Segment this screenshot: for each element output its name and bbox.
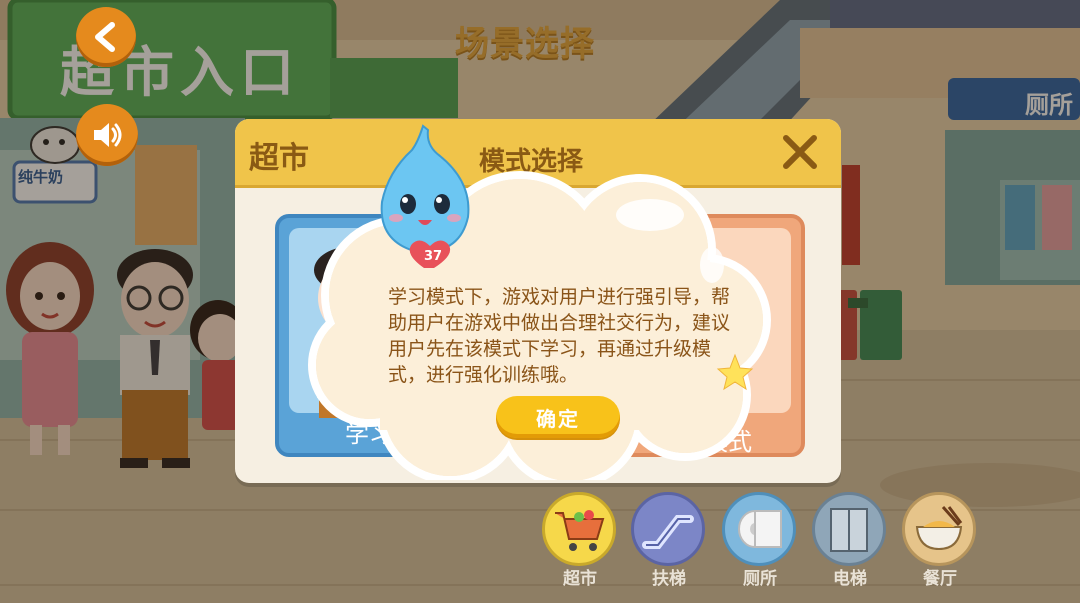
confirm-button-label: 确定	[536, 406, 580, 431]
scene-nav-restaurant[interactable]: 餐厅	[900, 492, 980, 602]
escalator-icon	[642, 515, 694, 549]
game-scene: 场景选择 超市入口 纯牛奶 厕所 超市 模式选择 37 学习模式下，游戏对用户进…	[0, 0, 1080, 603]
elevator-icon	[830, 508, 868, 552]
sound-button[interactable]	[76, 104, 138, 166]
scene-nav-label: 厕所	[743, 569, 777, 589]
mascot-badge-number: 37	[424, 249, 443, 264]
noodle-bowl-icon	[915, 506, 963, 551]
back-button[interactable]	[76, 7, 136, 67]
scene-nav-label: 电梯	[833, 569, 867, 589]
close-button[interactable]	[775, 129, 825, 175]
scene-nav-toilet[interactable]: 厕所	[720, 492, 800, 602]
scene-nav-elevator[interactable]: 电梯	[810, 492, 890, 602]
shopping-cart-icon	[555, 510, 605, 551]
water-drop-mascot	[380, 124, 470, 268]
scene-nav-supermarket[interactable]: 超市	[540, 492, 620, 602]
speaker-icon	[94, 123, 122, 147]
scene-nav-label: 扶梯	[652, 569, 686, 589]
toilet-paper-icon	[738, 510, 782, 548]
back-arrow-icon	[95, 22, 115, 52]
dialog-message: 学习模式下，游戏对用户进行强引导，帮助用户在游戏中做出合理社交行为，建议用户先在…	[388, 286, 731, 386]
scene-nav-label: 超市	[563, 569, 597, 589]
scene-nav-escalator[interactable]: 扶梯	[629, 492, 709, 602]
scene-nav-label: 餐厅	[923, 569, 957, 589]
confirm-button[interactable]: 确定	[496, 396, 620, 438]
close-x-icon	[783, 135, 817, 169]
